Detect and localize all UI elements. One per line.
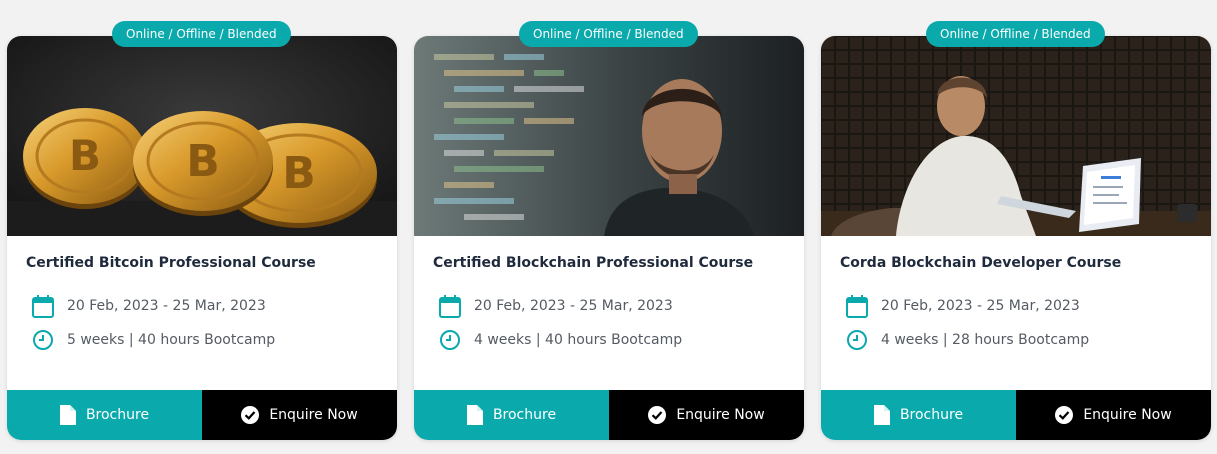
course-image-bitcoin[interactable]: B B B	[7, 36, 397, 236]
course-card: Corda Blockchain Developer Course 20 Feb…	[821, 36, 1211, 440]
clock-icon	[31, 328, 55, 352]
enquire-label: Enquire Now	[1083, 407, 1172, 423]
course-dates: 20 Feb, 2023 - 25 Mar, 2023	[845, 293, 1080, 319]
document-icon	[873, 405, 890, 425]
course-card: B B B Certified Bitcoin Professional Cou…	[7, 36, 397, 440]
course-title[interactable]: Certified Blockchain Professional Course	[433, 255, 788, 271]
document-icon	[466, 405, 483, 425]
brochure-button[interactable]: Brochure	[414, 390, 609, 440]
course-duration: 4 weeks | 28 hours Bootcamp	[845, 327, 1089, 353]
course-duration: 5 weeks | 40 hours Bootcamp	[31, 327, 275, 353]
check-circle-icon	[1055, 406, 1074, 424]
course-dates-text: 20 Feb, 2023 - 25 Mar, 2023	[881, 298, 1080, 314]
brochure-label: Brochure	[899, 407, 964, 423]
brochure-label: Brochure	[85, 407, 150, 423]
check-circle-icon	[648, 406, 667, 424]
course-duration-text: 4 weeks | 28 hours Bootcamp	[881, 332, 1090, 348]
delivery-mode-badge: Online / Offline / Blended	[926, 21, 1105, 47]
calendar-icon	[31, 294, 55, 318]
course-duration: 4 weeks | 40 hours Bootcamp	[438, 327, 682, 353]
enquire-label: Enquire Now	[676, 407, 765, 423]
clock-icon	[438, 328, 462, 352]
brochure-label: Brochure	[492, 407, 557, 423]
course-dates: 20 Feb, 2023 - 25 Mar, 2023	[31, 293, 266, 319]
course-dates-text: 20 Feb, 2023 - 25 Mar, 2023	[474, 298, 673, 314]
brochure-button[interactable]: Brochure	[7, 390, 202, 440]
delivery-mode-badge: Online / Offline / Blended	[112, 21, 291, 47]
calendar-icon	[438, 294, 462, 318]
document-icon	[59, 405, 76, 425]
course-duration-text: 5 weeks | 40 hours Bootcamp	[67, 332, 276, 348]
course-title[interactable]: Certified Bitcoin Professional Course	[26, 255, 381, 271]
brochure-button[interactable]: Brochure	[821, 390, 1016, 440]
course-image-laptop[interactable]	[821, 36, 1211, 236]
svg-text:B: B	[282, 148, 316, 199]
course-duration-text: 4 weeks | 40 hours Bootcamp	[474, 332, 683, 348]
delivery-mode-badge: Online / Offline / Blended	[519, 21, 698, 47]
svg-text:B: B	[69, 131, 101, 180]
check-circle-icon	[241, 406, 260, 424]
course-image-developer[interactable]	[414, 36, 804, 236]
enquire-now-button[interactable]: Enquire Now	[609, 390, 804, 440]
course-title[interactable]: Corda Blockchain Developer Course	[840, 255, 1195, 271]
course-dates-text: 20 Feb, 2023 - 25 Mar, 2023	[67, 298, 266, 314]
calendar-icon	[845, 294, 869, 318]
clock-icon	[845, 328, 869, 352]
enquire-now-button[interactable]: Enquire Now	[202, 390, 397, 440]
enquire-now-button[interactable]: Enquire Now	[1016, 390, 1211, 440]
course-dates: 20 Feb, 2023 - 25 Mar, 2023	[438, 293, 673, 319]
course-card: Certified Blockchain Professional Course…	[414, 36, 804, 440]
enquire-label: Enquire Now	[269, 407, 358, 423]
svg-text:B: B	[186, 136, 220, 187]
